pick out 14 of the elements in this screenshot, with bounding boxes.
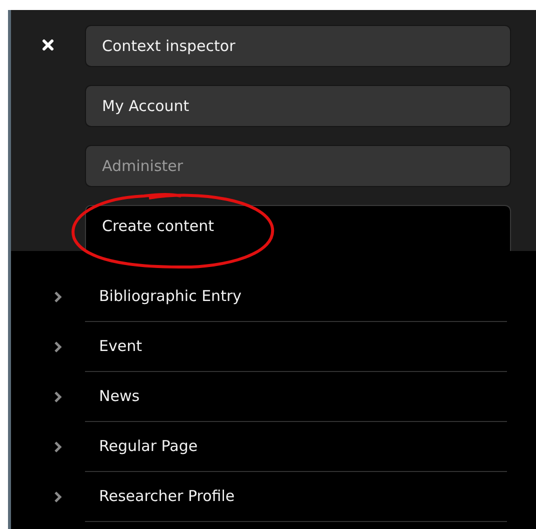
chevron-right-icon	[54, 391, 62, 403]
menu-tab[interactable]: Context inspector	[85, 25, 511, 67]
content-type-link[interactable]: Event	[85, 322, 507, 372]
menu-tab[interactable]: My Account	[85, 85, 511, 127]
content-type-link[interactable]: Bibliographic Entry	[85, 272, 507, 322]
menu-tab[interactable]: Create content	[85, 205, 511, 251]
chevron-right-icon	[54, 291, 62, 303]
chevron-right-icon	[54, 491, 62, 503]
content-type-link[interactable]: Regular Page	[85, 422, 507, 472]
content-type-link[interactable]: News	[85, 372, 507, 422]
close-icon[interactable]	[42, 39, 54, 51]
chevron-right-icon	[54, 441, 62, 453]
content-type-link[interactable]: Researcher Profile	[85, 472, 507, 522]
chevron-right-icon	[54, 341, 62, 353]
